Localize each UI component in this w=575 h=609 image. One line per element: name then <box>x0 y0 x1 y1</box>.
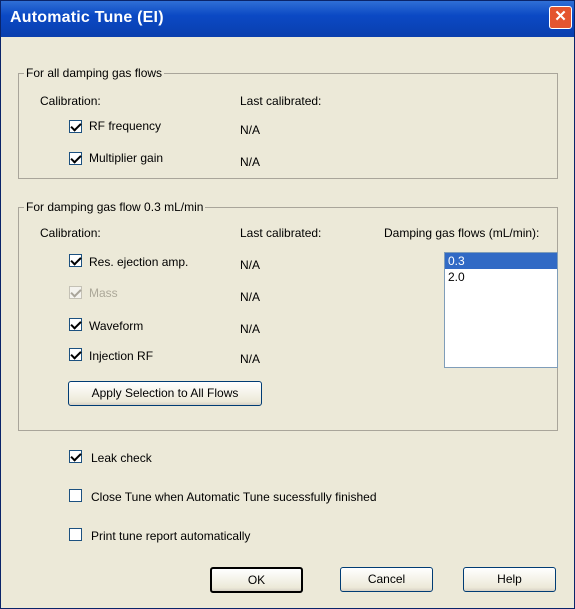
rf-frequency-last: N/A <box>240 123 261 137</box>
mass-label: Mass <box>89 286 118 300</box>
flow-item-2-0[interactable]: 2.0 <box>445 269 557 285</box>
damping-flows-list[interactable]: 0.3 2.0 <box>444 252 558 368</box>
injection-rf-label[interactable]: Injection RF <box>89 349 153 363</box>
res-ejection-amp-label[interactable]: Res. ejection amp. <box>89 255 188 269</box>
group-flow-legend: For damping gas flow 0.3 mL/min <box>24 200 206 214</box>
group-all-flows-legend: For all damping gas flows <box>24 66 165 80</box>
window-title: Automatic Tune (EI) <box>10 9 164 26</box>
multiplier-gain-checkbox[interactable] <box>69 152 82 165</box>
waveform-label[interactable]: Waveform <box>89 319 143 333</box>
waveform-last: N/A <box>240 322 261 336</box>
print-report-checkbox[interactable] <box>69 528 82 541</box>
leak-check-label[interactable]: Leak check <box>91 451 152 465</box>
print-report-label[interactable]: Print tune report automatically <box>91 529 250 543</box>
flow-item-0-3[interactable]: 0.3 <box>445 253 557 269</box>
res-ejection-amp-checkbox[interactable] <box>69 254 82 267</box>
last-calibrated-header-2: Last calibrated: <box>240 226 322 240</box>
help-button[interactable]: Help <box>463 567 556 592</box>
rf-frequency-label[interactable]: RF frequency <box>89 119 161 133</box>
multiplier-gain-last: N/A <box>240 155 261 169</box>
multiplier-gain-label[interactable]: Multiplier gain <box>89 151 163 165</box>
damping-flows-header: Damping gas flows (mL/min): <box>384 226 540 240</box>
injection-rf-checkbox[interactable] <box>69 348 82 361</box>
close-tune-label[interactable]: Close Tune when Automatic Tune sucessful… <box>91 490 377 504</box>
leak-check-checkbox[interactable] <box>69 450 82 463</box>
dialog-window: Automatic Tune (EI) ✕ For all damping ga… <box>0 0 575 609</box>
calibration-header: Calibration: <box>40 94 101 108</box>
mass-checkbox <box>69 286 82 299</box>
close-tune-checkbox[interactable] <box>69 489 82 502</box>
mass-last: N/A <box>240 290 261 304</box>
injection-rf-last: N/A <box>240 352 261 366</box>
rf-frequency-checkbox[interactable] <box>69 120 82 133</box>
ok-button[interactable]: OK <box>210 567 303 593</box>
apply-selection-button[interactable]: Apply Selection to All Flows <box>68 381 262 406</box>
waveform-checkbox[interactable] <box>69 318 82 331</box>
title-bar[interactable]: Automatic Tune (EI) ✕ <box>1 1 574 37</box>
close-icon[interactable]: ✕ <box>549 6 572 29</box>
last-calibrated-header: Last calibrated: <box>240 94 322 108</box>
res-ejection-amp-last: N/A <box>240 258 261 272</box>
calibration-header-2: Calibration: <box>40 226 101 240</box>
cancel-button[interactable]: Cancel <box>340 567 433 592</box>
